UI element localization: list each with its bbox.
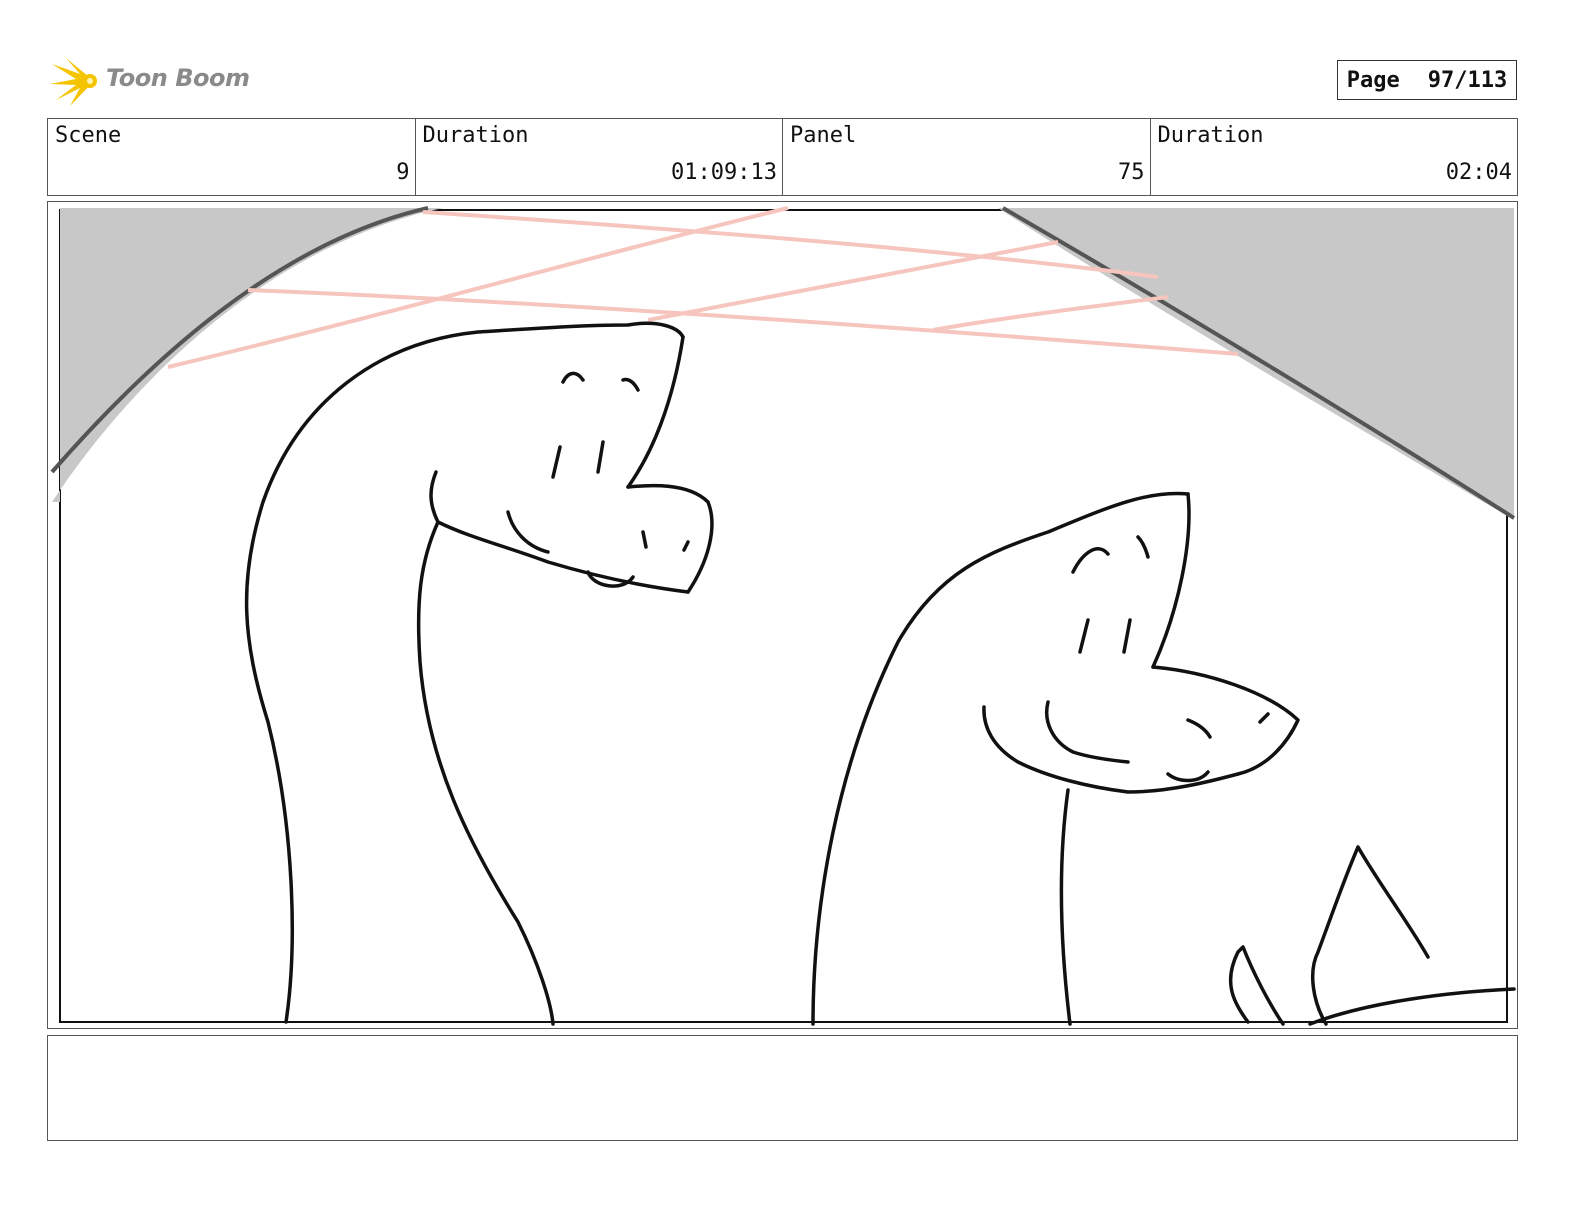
scene-value: 9	[396, 160, 410, 185]
page-value: 97/113	[1427, 67, 1508, 93]
scene-duration-value: 01:09:13	[671, 160, 777, 185]
panel-value: 75	[1118, 160, 1145, 185]
storyboard-panel	[47, 201, 1518, 1029]
toon-boom-logo: Toon Boom	[50, 54, 250, 108]
star-burst-icon	[50, 58, 97, 106]
panel-duration-cell: Duration 02:04	[1151, 119, 1518, 195]
panel-duration-label: Duration	[1157, 123, 1264, 148]
page-indicator: Page 97/113	[1337, 60, 1517, 100]
page-label: Page	[1346, 67, 1400, 93]
scene-cell: Scene 9	[48, 119, 416, 195]
scene-duration-label: Duration	[422, 123, 529, 148]
sketch-two-dinosaurs-icon	[50, 206, 1516, 1026]
logo-text: Toon Boom	[106, 64, 250, 92]
info-bar: Scene 9 Duration 01:09:13 Panel 75 Durat…	[47, 118, 1518, 196]
panel-notes	[47, 1035, 1518, 1141]
scene-duration-cell: Duration 01:09:13	[416, 119, 783, 195]
panel-duration-value: 02:04	[1445, 160, 1512, 185]
scene-label: Scene	[55, 123, 122, 148]
panel-label: Panel	[790, 123, 857, 148]
panel-cell: Panel 75	[783, 119, 1151, 195]
